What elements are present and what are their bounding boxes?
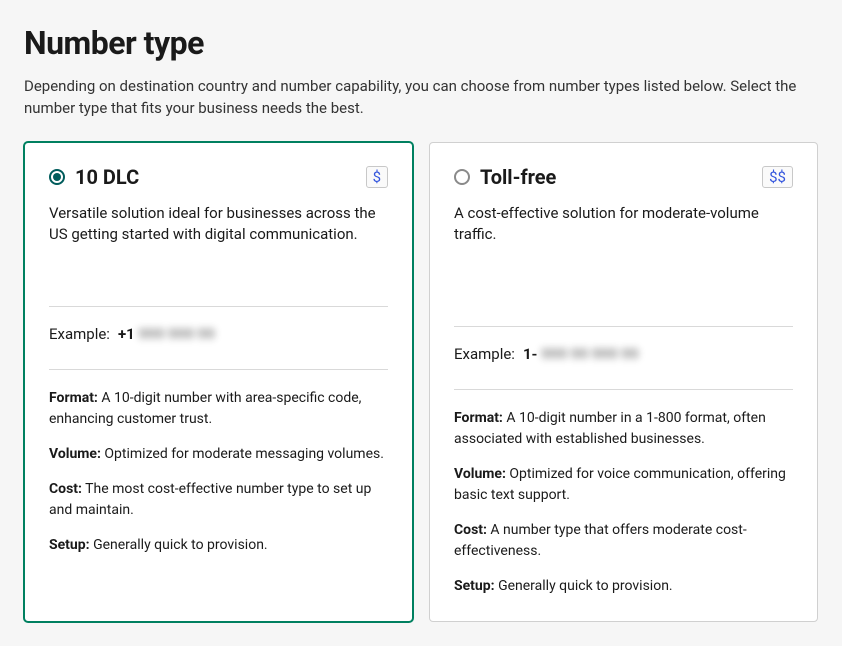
radio-unselected-icon[interactable]: [454, 169, 470, 185]
page-title: Number type: [24, 24, 818, 62]
card-title: 10 DLC: [75, 165, 356, 189]
detail-format: Format: A 10-digit number in a 1-800 for…: [454, 408, 793, 450]
detail-setup: Setup: Generally quick to provision.: [454, 576, 793, 597]
example-prefix: 1-: [523, 345, 538, 363]
example-blurred: 999 999 99: [138, 325, 214, 343]
detail-format: Format: A 10-digit number with area-spec…: [49, 388, 388, 430]
number-type-options: 10 DLC $ Versatile solution ideal for bu…: [24, 142, 818, 623]
card-title: Toll-free: [480, 165, 752, 189]
number-type-card-tollfree[interactable]: Toll-free $$ A cost-effective solution f…: [429, 142, 818, 623]
detail-cost: Cost: A number type that offers moderate…: [454, 520, 793, 562]
example-prefix: +1: [118, 325, 135, 343]
example-blurred: 999 99 999 99: [541, 345, 638, 363]
price-badge: $$: [762, 166, 793, 188]
card-header: Toll-free $$: [454, 165, 793, 189]
example-label: Example:: [454, 345, 515, 363]
radio-selected-icon[interactable]: [49, 169, 65, 185]
card-description: A cost-effective solution for moderate-v…: [454, 203, 793, 247]
price-badge: $: [366, 166, 388, 188]
divider: [49, 306, 388, 307]
detail-volume: Volume: Optimized for moderate messaging…: [49, 444, 388, 465]
example-row: Example: +1 999 999 99: [49, 325, 388, 343]
divider: [454, 326, 793, 327]
number-type-card-10dlc[interactable]: 10 DLC $ Versatile solution ideal for bu…: [24, 142, 413, 623]
divider: [49, 369, 388, 370]
card-header: 10 DLC $: [49, 165, 388, 189]
detail-setup: Setup: Generally quick to provision.: [49, 535, 388, 556]
detail-cost: Cost: The most cost-effective number typ…: [49, 479, 388, 521]
example-label: Example:: [49, 325, 110, 343]
page-subtitle: Depending on destination country and num…: [24, 76, 814, 120]
example-row: Example: 1- 999 99 999 99: [454, 345, 793, 363]
detail-volume: Volume: Optimized for voice communicatio…: [454, 464, 793, 506]
card-description: Versatile solution ideal for businesses …: [49, 203, 388, 247]
divider: [454, 389, 793, 390]
